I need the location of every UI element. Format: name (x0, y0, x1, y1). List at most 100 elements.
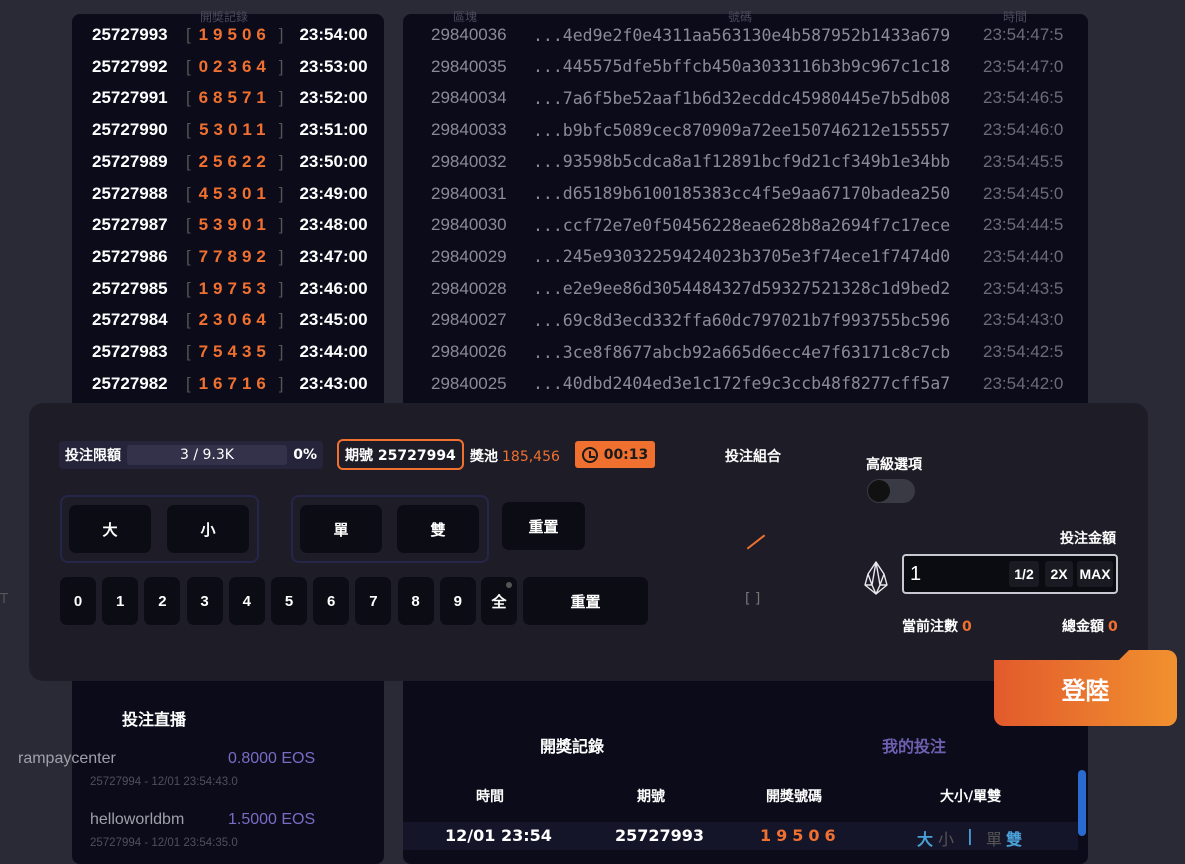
period-badge: 期號 25727994 (337, 439, 464, 470)
current-bets-label: 當前注數 (902, 619, 958, 635)
draw-numbers: 23064 (198, 310, 271, 330)
digit-button-7[interactable]: 7 (355, 577, 392, 625)
block-time: 23:54:47:0 (983, 56, 1064, 76)
small-button[interactable]: 小 (167, 505, 249, 553)
login-button[interactable]: 登陸 (994, 650, 1177, 726)
block-hash: ...4ed9e2f0e4311aa563130e4b587952b1433a6… (533, 25, 951, 45)
scrollbar[interactable] (1078, 770, 1086, 836)
clock-icon (581, 446, 598, 463)
live-bet-name: rampaycenter (18, 750, 116, 767)
prize-pool-value: 185,456 (502, 449, 560, 465)
draw-record-row: 25727984 [23064] 23:45:00 (92, 305, 368, 335)
combination-slash-icon (746, 534, 766, 550)
tab-my-bets[interactable]: 我的投注 (882, 733, 946, 757)
block-time: 23:54:43:5 (983, 278, 1064, 298)
draw-id: 25727986 (92, 246, 168, 266)
tab-draw-records[interactable]: 開獎記錄 (540, 733, 604, 757)
digit-button-9[interactable]: 9 (439, 577, 476, 625)
bet-limit-percent: 0% (293, 447, 317, 463)
odd-button[interactable]: 單 (300, 505, 382, 553)
draw-numbers: 25622 (198, 151, 271, 171)
block-number: 29840025 (431, 373, 507, 393)
bracket-close: ] (278, 25, 284, 44)
draw-time: 23:51:00 (299, 120, 368, 140)
block-number: 29840036 (431, 25, 507, 44)
draw-record-row: 25727992 [02364] 23:53:00 (92, 52, 368, 82)
digit-button-0[interactable]: 0 (60, 577, 96, 625)
reset-size-button[interactable]: 重置 (502, 502, 585, 550)
block-number: 29840034 (431, 88, 507, 108)
bracket-close: ] (278, 310, 284, 330)
select-all-label: 全 (491, 593, 507, 611)
advanced-options-title: 高級選項 (866, 457, 922, 473)
bracket-open: [ (186, 120, 191, 140)
double-button[interactable]: 2X (1045, 561, 1073, 587)
reset-digits-button[interactable]: 重置 (523, 577, 648, 625)
block-row: 29840026 ...3ce8f8677abcb92a665d6ecc4e7f6… (431, 337, 1063, 367)
even-button[interactable]: 雙 (397, 505, 479, 553)
digit-button-8[interactable]: 8 (397, 577, 434, 625)
bet-combination-title: 投注組合 (725, 449, 781, 465)
bracket-open: [ (186, 183, 191, 203)
col-header-number: 開獎號碼 (766, 789, 822, 805)
digit-button-2[interactable]: 2 (144, 577, 181, 625)
digit-button-6[interactable]: 6 (313, 577, 350, 625)
block-number: 29840032 (431, 151, 507, 171)
bracket-open: [ (186, 56, 191, 76)
digit-button-4[interactable]: 4 (228, 577, 265, 625)
bracket-open: [ (186, 342, 191, 361)
live-bet-sub: 25727994 - 12/01 23:54:35.0 (90, 837, 238, 849)
toggle-knob (868, 480, 890, 502)
draw-record-row: 25727983 [75435] 23:44:00 (92, 337, 368, 367)
block-number: 29840028 (431, 278, 507, 298)
history-time: 12/01 23:54 (445, 826, 552, 845)
draw-numbers: 19506 (198, 25, 271, 44)
draw-numbers: 45301 (198, 183, 271, 203)
block-time: 23:54:46:0 (983, 120, 1064, 140)
bet-amount-input[interactable] (910, 562, 1000, 586)
block-time: 23:54:42:5 (983, 342, 1064, 361)
draw-time: 23:47:00 (299, 246, 368, 266)
bracket-open: [ (186, 310, 191, 330)
block-number: 29840031 (431, 183, 507, 203)
history-small: 小 (938, 830, 955, 849)
history-separator: | (967, 826, 973, 845)
draw-time: 23:53:00 (299, 56, 368, 76)
draw-time: 23:52:00 (299, 88, 368, 108)
half-button[interactable]: 1/2 (1009, 561, 1039, 587)
draw-numbers: 77892 (198, 246, 271, 266)
block-time: 23:54:45:5 (983, 151, 1064, 171)
digit-button-3[interactable]: 3 (186, 577, 223, 625)
bracket-close: ] (278, 56, 284, 76)
max-button[interactable]: MAX (1077, 561, 1113, 587)
block-row: 29840036 ...4ed9e2f0e4311aa563130e4b58795… (431, 20, 1063, 50)
bet-limit-label: 投注限額 (65, 448, 121, 464)
draw-record-row: 25727993 [19506] 23:54:00 (92, 20, 368, 50)
eos-icon (864, 561, 888, 595)
big-button[interactable]: 大 (69, 505, 151, 553)
draw-numbers: 02364 (198, 56, 271, 76)
block-hash: ...40dbd2404ed3e1c172fe9c3ccb48f8277cff5… (533, 374, 951, 394)
digit-button-1[interactable]: 1 (102, 577, 139, 625)
bracket-close: ] (278, 215, 284, 235)
current-bets: 當前注數 0 (902, 616, 972, 636)
history-number: 19506 (760, 826, 841, 845)
block-number: 29840035 (431, 56, 507, 76)
history-period: 25727993 (615, 826, 705, 845)
col-header-period: 期號 (637, 789, 665, 805)
draw-time: 23:48:00 (299, 215, 368, 235)
select-all-button[interactable]: 全 (481, 577, 517, 625)
block-row: 29840027 ...69c8d3ecd332ffa60dc797021b7f9… (431, 305, 1063, 335)
bracket-close: ] (278, 278, 284, 298)
draw-numbers: 53901 (198, 215, 271, 235)
block-time: 23:54:47:5 (983, 25, 1064, 44)
draw-numbers: 68571 (198, 88, 271, 108)
prize-pool-label: 獎池 (470, 449, 498, 465)
draw-record-row: 25727987 [53901] 23:48:00 (92, 210, 368, 240)
bet-amount-title: 投注金額 (1060, 531, 1116, 547)
digit-button-5[interactable]: 5 (271, 577, 307, 625)
draw-record-row: 25727986 [77892] 23:47:00 (92, 242, 368, 272)
block-row: 29840025 ...40dbd2404ed3e1c172fe9c3ccb48f… (431, 369, 1063, 399)
total-amount: 總金額 0 (1062, 616, 1118, 636)
advanced-options-toggle[interactable] (867, 479, 915, 503)
